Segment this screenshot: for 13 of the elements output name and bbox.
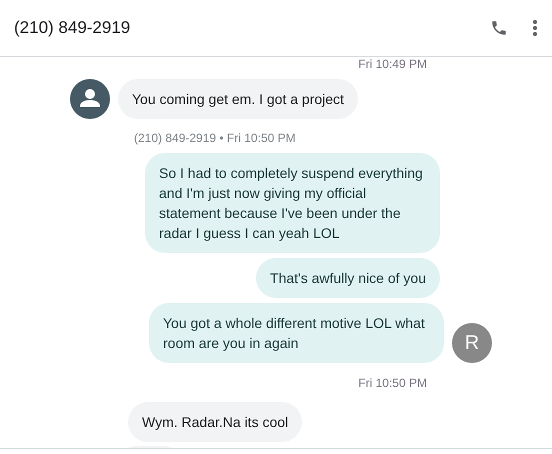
message-bubble: So I had to completely suspend everything and I'm just now giving my official statement because I've been under the radar I guess I can yeah LOL [145, 153, 440, 253]
contact-title: (210) 849-2919 [14, 17, 132, 40]
message-bubble: That's awfully nice of you [256, 258, 440, 298]
message-bubble: You got a whole different motive LOL what room are you in again [149, 303, 444, 363]
more-options-icon [532, 19, 538, 37]
avatar-letter: R [452, 323, 492, 363]
message-bubble: You coming get em. I got a project [118, 79, 358, 119]
avatar-icon [70, 79, 110, 119]
message-bubble: Wym. Radar.Na its cool [128, 402, 302, 442]
phone-icon [490, 19, 508, 37]
timestamp: Fri 10:50 PM [357, 376, 428, 390]
timestamp: Fri 10:49 PM [357, 57, 428, 71]
sender-info: (210) 849-2919 • Fri 10:50 PM [133, 131, 297, 145]
